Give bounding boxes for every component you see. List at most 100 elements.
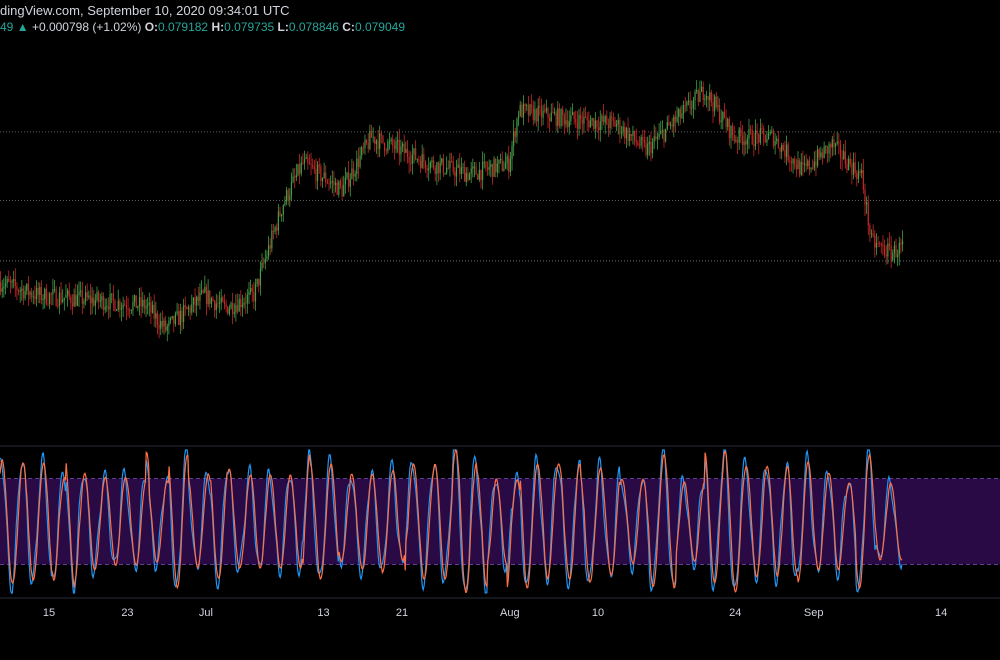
candle-body	[771, 131, 773, 133]
candle-body	[838, 141, 840, 144]
candle-body	[153, 304, 155, 319]
candle-body	[307, 157, 309, 163]
candle-body	[810, 167, 812, 170]
candle-body	[313, 166, 315, 169]
candle-body	[57, 305, 59, 307]
candle-body	[289, 195, 291, 201]
candle-body	[240, 299, 242, 308]
candle-body	[841, 157, 843, 159]
candle-body	[8, 278, 10, 282]
candle-body	[568, 121, 570, 128]
candle-body	[477, 174, 479, 180]
candle-body	[285, 190, 288, 202]
candle-body	[521, 104, 523, 118]
candle-body	[877, 243, 879, 244]
candle-body	[872, 233, 874, 236]
candle-body	[635, 140, 637, 143]
candle-body	[722, 111, 724, 121]
candle-body	[684, 105, 686, 107]
candle-body	[31, 292, 33, 297]
candle-body	[715, 96, 717, 107]
candle-body	[485, 161, 487, 168]
candle-body	[825, 145, 827, 147]
candle-body	[763, 128, 765, 135]
candle-body	[736, 140, 739, 143]
candle-body	[694, 91, 696, 101]
candle-body	[795, 165, 797, 170]
candle-body	[457, 164, 459, 168]
candle-body	[142, 299, 144, 307]
candle-body	[403, 143, 405, 153]
candle-body	[86, 292, 88, 298]
candle-body	[852, 162, 855, 175]
candle-body	[717, 105, 719, 107]
candle-body	[888, 243, 891, 246]
candle-body	[114, 300, 116, 311]
candle-body	[820, 152, 822, 158]
candle-body	[839, 143, 842, 158]
candle-body	[629, 133, 631, 141]
candle-body	[710, 92, 712, 103]
stochastic-pane[interactable]	[0, 448, 1000, 594]
candle-body	[351, 168, 353, 180]
price-chart[interactable]: 15 23 Jul 13 21 Aug 10 24 Sep 14	[0, 0, 1000, 660]
candle-body	[718, 105, 721, 123]
candle-body	[816, 149, 819, 166]
candle-body	[22, 288, 25, 299]
candle-body	[513, 131, 515, 146]
candle-body	[539, 105, 541, 107]
candle-body	[73, 294, 75, 307]
candle-body	[390, 139, 392, 142]
candle-body	[236, 305, 239, 312]
candle-body	[338, 181, 340, 195]
candle-body	[331, 180, 333, 183]
candle-body	[400, 146, 402, 155]
candle-body	[676, 116, 678, 122]
candle-body	[241, 304, 244, 308]
candle-body	[187, 307, 190, 310]
candle-body	[588, 120, 590, 128]
candle-body	[529, 104, 531, 115]
candle-body	[467, 172, 469, 180]
candle-body	[243, 302, 245, 305]
candle-body	[122, 304, 124, 308]
candle-body	[653, 136, 655, 142]
candle-body	[545, 108, 547, 112]
candle-body	[359, 155, 361, 167]
candle-body	[859, 170, 861, 174]
candle-body	[663, 130, 665, 142]
time-axis[interactable]: 15 23 Jul 13 21 Aug 10 24 Sep 14	[43, 607, 947, 619]
candle-body	[1, 288, 3, 292]
candle-body	[735, 140, 737, 141]
candle-body	[39, 287, 41, 295]
candle-body	[733, 135, 735, 141]
candle-body	[125, 305, 128, 309]
candle-body	[767, 133, 770, 140]
candle-body	[549, 117, 551, 122]
candle-body	[434, 167, 436, 174]
candle-body	[361, 147, 363, 156]
candle-body	[812, 167, 814, 169]
candle-body	[576, 122, 578, 129]
candle-body	[35, 287, 38, 299]
candle-body	[336, 182, 338, 195]
candle-body	[137, 306, 139, 309]
candle-body	[488, 167, 490, 170]
candle-body	[526, 105, 528, 107]
price-pane[interactable]	[0, 79, 1000, 342]
candle-body	[156, 313, 159, 325]
candle-body	[99, 300, 101, 302]
candle-body	[743, 141, 745, 145]
candle-body	[49, 293, 51, 304]
candle-body	[602, 115, 605, 123]
candle-body	[730, 126, 732, 139]
candle-body	[70, 296, 72, 304]
candle-body	[746, 138, 748, 145]
candle-body	[133, 295, 136, 302]
candle-body	[62, 299, 64, 303]
candle-body	[650, 141, 652, 154]
candle-body	[362, 147, 364, 149]
candle-body	[303, 158, 306, 163]
candle-body	[147, 304, 149, 306]
candle-body	[885, 254, 887, 257]
